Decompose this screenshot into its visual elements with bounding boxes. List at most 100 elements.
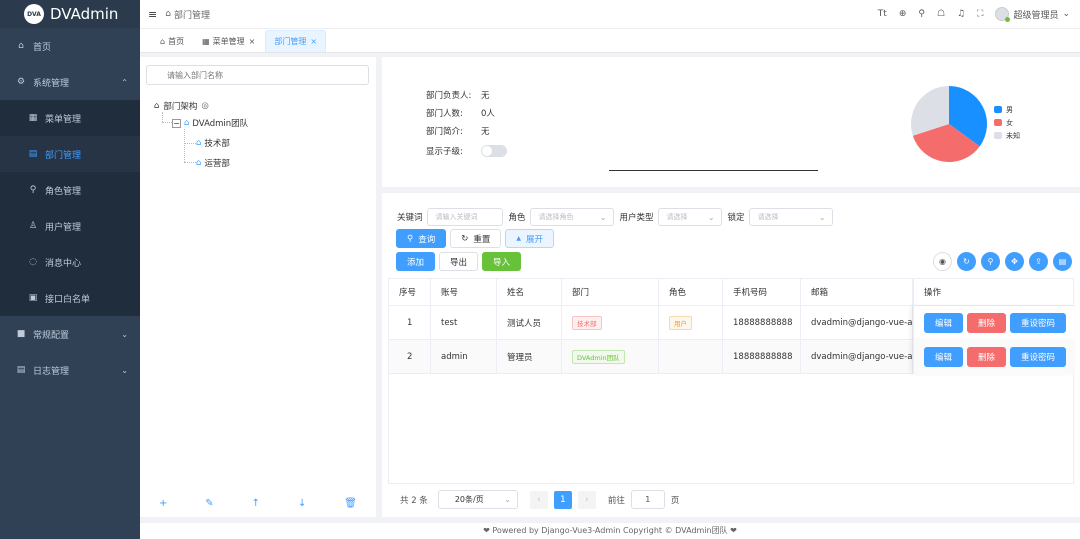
legend-item[interactable]: 未知	[994, 129, 1020, 142]
theme-icon[interactable]: ☖	[937, 9, 945, 19]
expand-button[interactable]: ▲ 展开	[505, 229, 555, 248]
refresh-icon: ↻	[461, 233, 469, 244]
legend-swatch	[994, 119, 1002, 126]
info-count: 部门人数: 0人	[426, 109, 495, 119]
sidebar-item-message[interactable]: ◌ 消息中心	[0, 244, 140, 280]
keyword-input[interactable]: 请输入关键词	[426, 208, 503, 226]
divider	[609, 170, 818, 171]
chevron-up-icon: ⌃	[121, 77, 128, 87]
sidebar-item-config[interactable]: ■ 常规配置 ⌄	[0, 316, 140, 352]
delete-button[interactable]: 删除	[967, 313, 1007, 333]
sidebar-item-label: 接口白名单	[45, 294, 91, 305]
info-leader: 部门负责人: 无	[426, 91, 490, 101]
eye-icon[interactable]: ◉	[933, 252, 952, 271]
columns-icon[interactable]: ✥	[1005, 252, 1024, 271]
edit-button[interactable]: 编辑	[924, 347, 964, 367]
home-icon: ⌂	[160, 36, 166, 46]
filter-row: 关键词 请输入关键词 角色 请选择角色 ⌄ 用户类型 请选择 ⌄ 锁定 请选择 …	[397, 208, 839, 226]
close-icon[interactable]: ×	[249, 37, 256, 46]
tree-line	[184, 162, 196, 163]
sidebar-item-user[interactable]: ♙ 用户管理	[0, 208, 140, 244]
globe-icon[interactable]: ⊕	[899, 9, 907, 19]
reset-button[interactable]: ↻ 重置	[450, 229, 502, 248]
breadcrumb[interactable]: 部门管理	[174, 8, 210, 21]
page-suffix: 页	[670, 495, 680, 506]
tab-home[interactable]: ⌂ 首页	[152, 30, 192, 52]
edit-button[interactable]: 编辑	[924, 313, 964, 333]
tab-dept[interactable]: 部门管理 ×	[265, 30, 327, 52]
import-button[interactable]: 导入	[482, 252, 522, 271]
query-button[interactable]: ⚲ 查询	[396, 229, 447, 248]
edit-icon[interactable]: ✎	[205, 498, 213, 509]
tree-node-team[interactable]: − ⌂ DVAdmin团队	[172, 117, 248, 129]
role-icon: ⚲	[29, 185, 37, 195]
export-icon[interactable]: ▤	[1053, 252, 1072, 271]
reset-password-button[interactable]: 重设密码	[1010, 313, 1067, 333]
tab-menu[interactable]: ▦ 菜单管理 ×	[194, 30, 263, 52]
total-count: 共 2 条	[400, 495, 428, 506]
table-tools: ◉ ↻ ⚲ ✥ ⇪ ▤	[933, 252, 1072, 271]
action-buttons: 添加 导出 导入	[396, 252, 522, 271]
sidebar-item-grid[interactable]: ▦ 菜单管理	[0, 100, 140, 136]
eye-icon[interactable]: ◎	[201, 101, 208, 111]
hamburger-icon[interactable]: ≡	[148, 8, 157, 21]
delete-icon[interactable]: 🗑	[344, 498, 357, 509]
refresh-icon[interactable]: ↻	[957, 252, 976, 271]
role-select[interactable]: 请选择角色 ⌄	[529, 208, 614, 226]
tree-line	[162, 112, 163, 122]
sidebar-item-whitelist[interactable]: ▣ 接口白名单	[0, 280, 140, 316]
page-1-button[interactable]: 1	[553, 490, 572, 509]
delete-button[interactable]: 删除	[967, 347, 1007, 367]
legend-item[interactable]: 女	[994, 116, 1020, 129]
tree-node-ops[interactable]: ⌂ 运营部	[196, 157, 230, 169]
sidebar-item-gear[interactable]: ⚙ 系统管理 ⌃	[0, 64, 140, 100]
add-icon[interactable]: +	[159, 498, 167, 509]
reset-password-button[interactable]: 重设密码	[1010, 347, 1067, 367]
table-header: 序号 账号 姓名 部门 角色 手机号码 邮箱 操作	[389, 279, 1075, 306]
bell-icon[interactable]: ♫	[957, 9, 965, 19]
tree-node-root[interactable]: ⌂ 部门架构 ◎	[154, 100, 209, 112]
close-icon[interactable]: ×	[310, 37, 317, 46]
home-icon: ⌂	[184, 118, 190, 128]
font-size-icon[interactable]: Tt	[878, 9, 887, 19]
user-list-panel: 关键词 请输入关键词 角色 请选择角色 ⌄ 用户类型 请选择 ⌄ 锁定 请选择 …	[382, 193, 1080, 517]
add-button[interactable]: 添加	[396, 252, 436, 271]
sidebar-item-dept[interactable]: ▤ 部门管理	[0, 136, 140, 172]
message-icon: ◌	[29, 257, 37, 267]
legend-item[interactable]: 男	[994, 103, 1020, 116]
arrow-up-icon[interactable]: ↑	[252, 498, 260, 509]
usertype-select[interactable]: 请选择 ⌄	[657, 208, 722, 226]
search-icon[interactable]: ⚲	[981, 252, 1000, 271]
export-button[interactable]: 导出	[439, 252, 479, 271]
fullscreen-icon[interactable]: ⛶	[977, 9, 983, 19]
logo[interactable]: DVA DVAdmin	[0, 0, 140, 28]
sidebar-item-home[interactable]: ⌂ 首页	[0, 28, 140, 64]
sidebar-item-role[interactable]: ⚲ 角色管理	[0, 172, 140, 208]
arrow-down-icon[interactable]: ↓	[298, 498, 306, 509]
search-icon: ⚲	[407, 233, 414, 244]
tab-label: 菜单管理	[212, 36, 245, 46]
sidebar-item-log[interactable]: ▤ 日志管理 ⌄	[0, 352, 140, 388]
user-name: 超级管理员	[1013, 10, 1059, 21]
dept-search-input[interactable]	[146, 65, 369, 85]
home-icon: ⌂	[154, 101, 160, 111]
collapse-icon[interactable]: −	[172, 118, 181, 128]
legend-label: 男	[1006, 105, 1013, 114]
sidebar-item-label: 常规配置	[33, 330, 70, 341]
tree-root-label: 部门架构	[163, 102, 198, 112]
search-icon[interactable]: ⚲	[918, 9, 925, 19]
goto-page-input[interactable]: 1	[630, 490, 665, 509]
prev-page-button[interactable]: ‹	[529, 490, 548, 509]
top-bar: ≡ ⌂ 部门管理 Tt ⊕ ⚲ ☖ ♫ ⛶ 超级管理员 ⌄	[140, 0, 1080, 28]
user-menu[interactable]: 超级管理员 ⌄	[995, 7, 1070, 22]
chevron-down-icon: ⌄	[818, 212, 826, 222]
tree-node-tech[interactable]: ⌂ 技术部	[196, 137, 230, 149]
show-children-switch[interactable]	[481, 145, 507, 157]
sidebar-item-label: 菜单管理	[45, 114, 82, 125]
page-size-select[interactable]: 20条/页 ⌄	[437, 490, 518, 509]
lock-select[interactable]: 请选择 ⌄	[748, 208, 833, 226]
config-icon: ■	[16, 329, 26, 339]
next-page-button[interactable]: ›	[577, 490, 596, 509]
home-icon: ⌂	[196, 138, 202, 148]
upload-icon[interactable]: ⇪	[1029, 252, 1048, 271]
